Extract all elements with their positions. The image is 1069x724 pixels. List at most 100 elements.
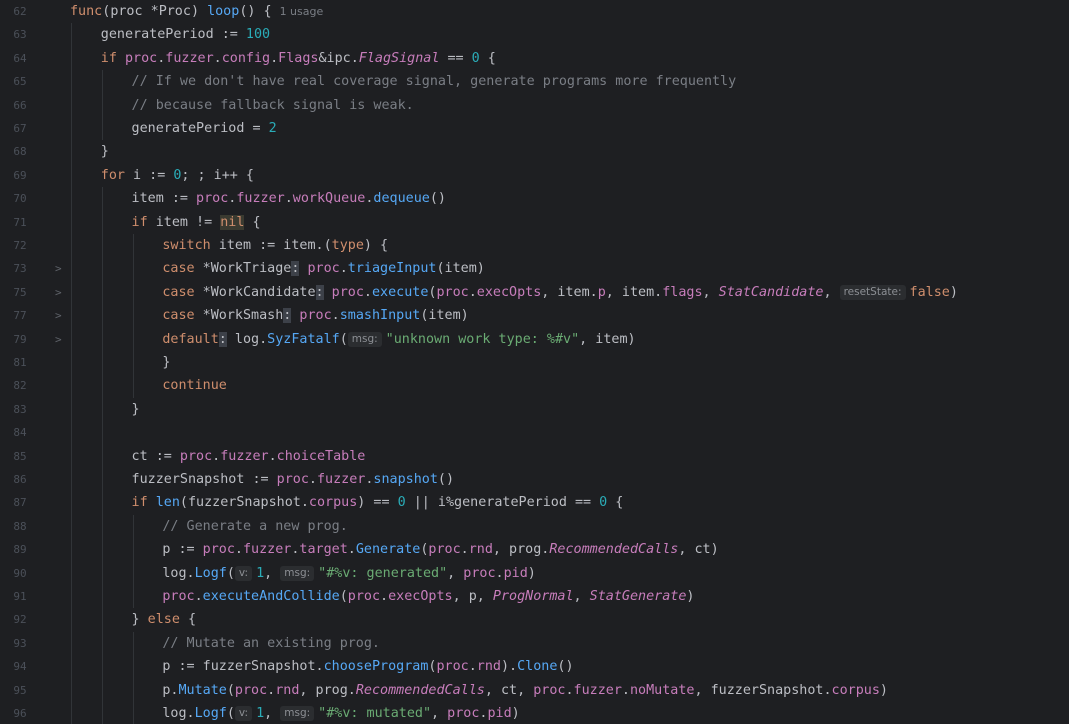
- code-token: *WorkTriage: [202, 261, 292, 277]
- code-text: log.Logf(v: 1, msg: "#%v: mutated", proc.p…: [162, 702, 520, 724]
- code-line[interactable]: 89 p := proc.fuzzer.target.Generate(proc.…: [0, 538, 1069, 561]
- code-token: ).: [500, 659, 518, 675]
- line-number: 89: [13, 543, 27, 557]
- code-line[interactable]: 63 generatePeriod := 100: [0, 23, 1069, 46]
- code-line[interactable]: 94 p := fuzzerSnapshot.chooseProgram(proc…: [0, 655, 1069, 678]
- code-line[interactable]: 87 if len(fuzzerSnapshot.corpus) == 0 || …: [0, 491, 1069, 514]
- code-token: fuzzerSnapshot: [710, 682, 824, 698]
- code-token: fuzzer: [573, 682, 622, 698]
- code-line[interactable]: 85 ct := proc.fuzzer.choiceTable: [0, 445, 1069, 468]
- code-token: item: [557, 284, 590, 300]
- code-line[interactable]: 67 generatePeriod = 2: [0, 117, 1069, 140]
- code-line[interactable]: 75 > case *WorkCandidate: proc.execute(pro…: [0, 281, 1069, 304]
- code-token: :=: [147, 448, 180, 464]
- code-token: Proc: [158, 4, 191, 19]
- code-token: ): [879, 682, 888, 698]
- code-line[interactable]: 72 switch item := item.(type) {: [0, 234, 1069, 257]
- code-token: &: [318, 50, 327, 66]
- code-line[interactable]: 79 > default: log.SyzFatalf(msg: "unknown w…: [0, 328, 1069, 351]
- code-token: if: [131, 495, 156, 511]
- code-line[interactable]: 69 for i := 0; ; i++ {: [0, 164, 1069, 187]
- code-line[interactable]: 91 proc.executeAndCollide(proc.execOpts, …: [0, 585, 1069, 608]
- code-line[interactable]: 73 > case *WorkTriage: proc.triageInput(it…: [0, 257, 1069, 280]
- code-token: SyzFatalf: [267, 331, 340, 347]
- code-line[interactable]: 84: [0, 421, 1069, 444]
- code-line[interactable]: 62 func(proc *Proc) loop() {1 usage: [0, 0, 1069, 23]
- code-line[interactable]: 66 // because fallback signal is weak.: [0, 94, 1069, 117]
- fold-chevron-icon[interactable]: >: [55, 304, 62, 327]
- code-line[interactable]: 83}: [0, 398, 1069, 421]
- code-token: ): [511, 706, 520, 721]
- code-text: } else {: [132, 608, 197, 631]
- code-token: (: [226, 682, 235, 698]
- code-line[interactable]: 65 // If we don't have real coverage sign…: [0, 70, 1069, 93]
- code-token: ,: [264, 706, 281, 721]
- code-token: proc: [463, 565, 496, 581]
- code-token: execOpts: [388, 589, 453, 604]
- code-token: switch: [162, 238, 219, 253]
- code-token: rnd: [468, 542, 493, 558]
- code-line[interactable]: 92} else {: [0, 608, 1069, 631]
- code-line[interactable]: 88 // Generate a new prog.: [0, 515, 1069, 538]
- code-token: (): [429, 191, 446, 207]
- line-number: 81: [13, 356, 27, 369]
- code-line[interactable]: 71 if item != nil {: [0, 211, 1069, 234]
- usage-count-hint[interactable]: 1 usage: [280, 5, 324, 18]
- fold-chevron-icon[interactable]: >: [55, 257, 62, 280]
- code-token: ): [627, 331, 636, 347]
- code-token: if: [131, 214, 156, 230]
- code-token: fuzzer: [316, 472, 366, 487]
- line-number: 86: [13, 473, 27, 486]
- code-text: log.Logf(v: 1, msg: "#%v: generated", proc…: [162, 562, 536, 585]
- code-token: prog: [509, 542, 542, 558]
- comment: // Mutate an existing prog.: [162, 635, 380, 651]
- code-token: ,: [605, 284, 622, 300]
- code-token: (: [436, 261, 445, 277]
- line-number: 67: [13, 122, 27, 135]
- line-number: 77: [13, 309, 27, 323]
- code-token: ) {: [363, 238, 389, 253]
- code-line[interactable]: 81}: [0, 351, 1069, 374]
- code-token: proc: [124, 50, 158, 66]
- code-token: item: [218, 238, 252, 253]
- code-line[interactable]: 68}: [0, 140, 1069, 163]
- code-line[interactable]: 64 if proc.fuzzer.config.Flags&ipc.FlagSi…: [0, 47, 1069, 70]
- fold-chevron-icon[interactable]: >: [55, 281, 62, 304]
- code-editor[interactable]: 62 func(proc *Proc) loop() {1 usage 63 gene…: [0, 0, 1069, 724]
- code-token: ,: [579, 331, 596, 347]
- code-token: ): [460, 308, 469, 324]
- code-line[interactable]: 77 > case *WorkSmash: proc.smashInput(item…: [0, 304, 1069, 327]
- code-line[interactable]: 96 log.Logf(v: 1, msg: "#%v: mutated", proc…: [0, 702, 1069, 724]
- code-token: pid: [487, 706, 512, 721]
- code-token: rnd: [275, 682, 300, 698]
- code-token: execOpts: [476, 284, 542, 300]
- code-token: proc: [162, 589, 195, 604]
- code-text: default: log.SyzFatalf(msg: "unknown work…: [162, 328, 636, 351]
- code-text: case *WorkCandidate: proc.execute(proc.e…: [162, 281, 958, 304]
- code-token: .: [363, 284, 372, 300]
- code-token: :=: [170, 542, 203, 558]
- code-line[interactable]: 95 p.Mutate(proc.rnd, prog.RecommendedCal…: [0, 679, 1069, 702]
- code-token: proc: [276, 472, 309, 487]
- code-token: flags: [662, 284, 703, 300]
- code-token: fuzzer: [165, 50, 214, 66]
- code-token: StatGenerate: [589, 589, 687, 604]
- code-line[interactable]: 70 item := proc.fuzzer.workQueue.dequeue(…: [0, 187, 1069, 210]
- code-token: corpus: [831, 682, 880, 698]
- code-line[interactable]: 90 log.Logf(v: 1, msg: "#%v: generated", pr…: [0, 562, 1069, 585]
- code-token: target: [299, 542, 348, 558]
- code-token: ||: [405, 495, 438, 511]
- fold-chevron-icon[interactable]: >: [55, 328, 62, 351]
- code-token: proc: [110, 4, 143, 19]
- code-token: i: [213, 167, 222, 183]
- code-line[interactable]: 86 fuzzerSnapshot := proc.fuzzer.snapshot…: [0, 468, 1069, 491]
- code-text: continue: [162, 374, 227, 397]
- code-line[interactable]: 93 // Mutate an existing prog.: [0, 632, 1069, 655]
- code-token: :=: [163, 191, 197, 207]
- code-token: }: [162, 355, 171, 370]
- code-token: 0: [397, 495, 406, 511]
- code-line[interactable]: 82 continue: [0, 374, 1069, 397]
- code-token: (): [557, 659, 574, 675]
- code-text: func(proc *Proc) loop() {1 usage: [70, 0, 323, 23]
- code-text: ct := proc.fuzzer.choiceTable: [132, 445, 366, 468]
